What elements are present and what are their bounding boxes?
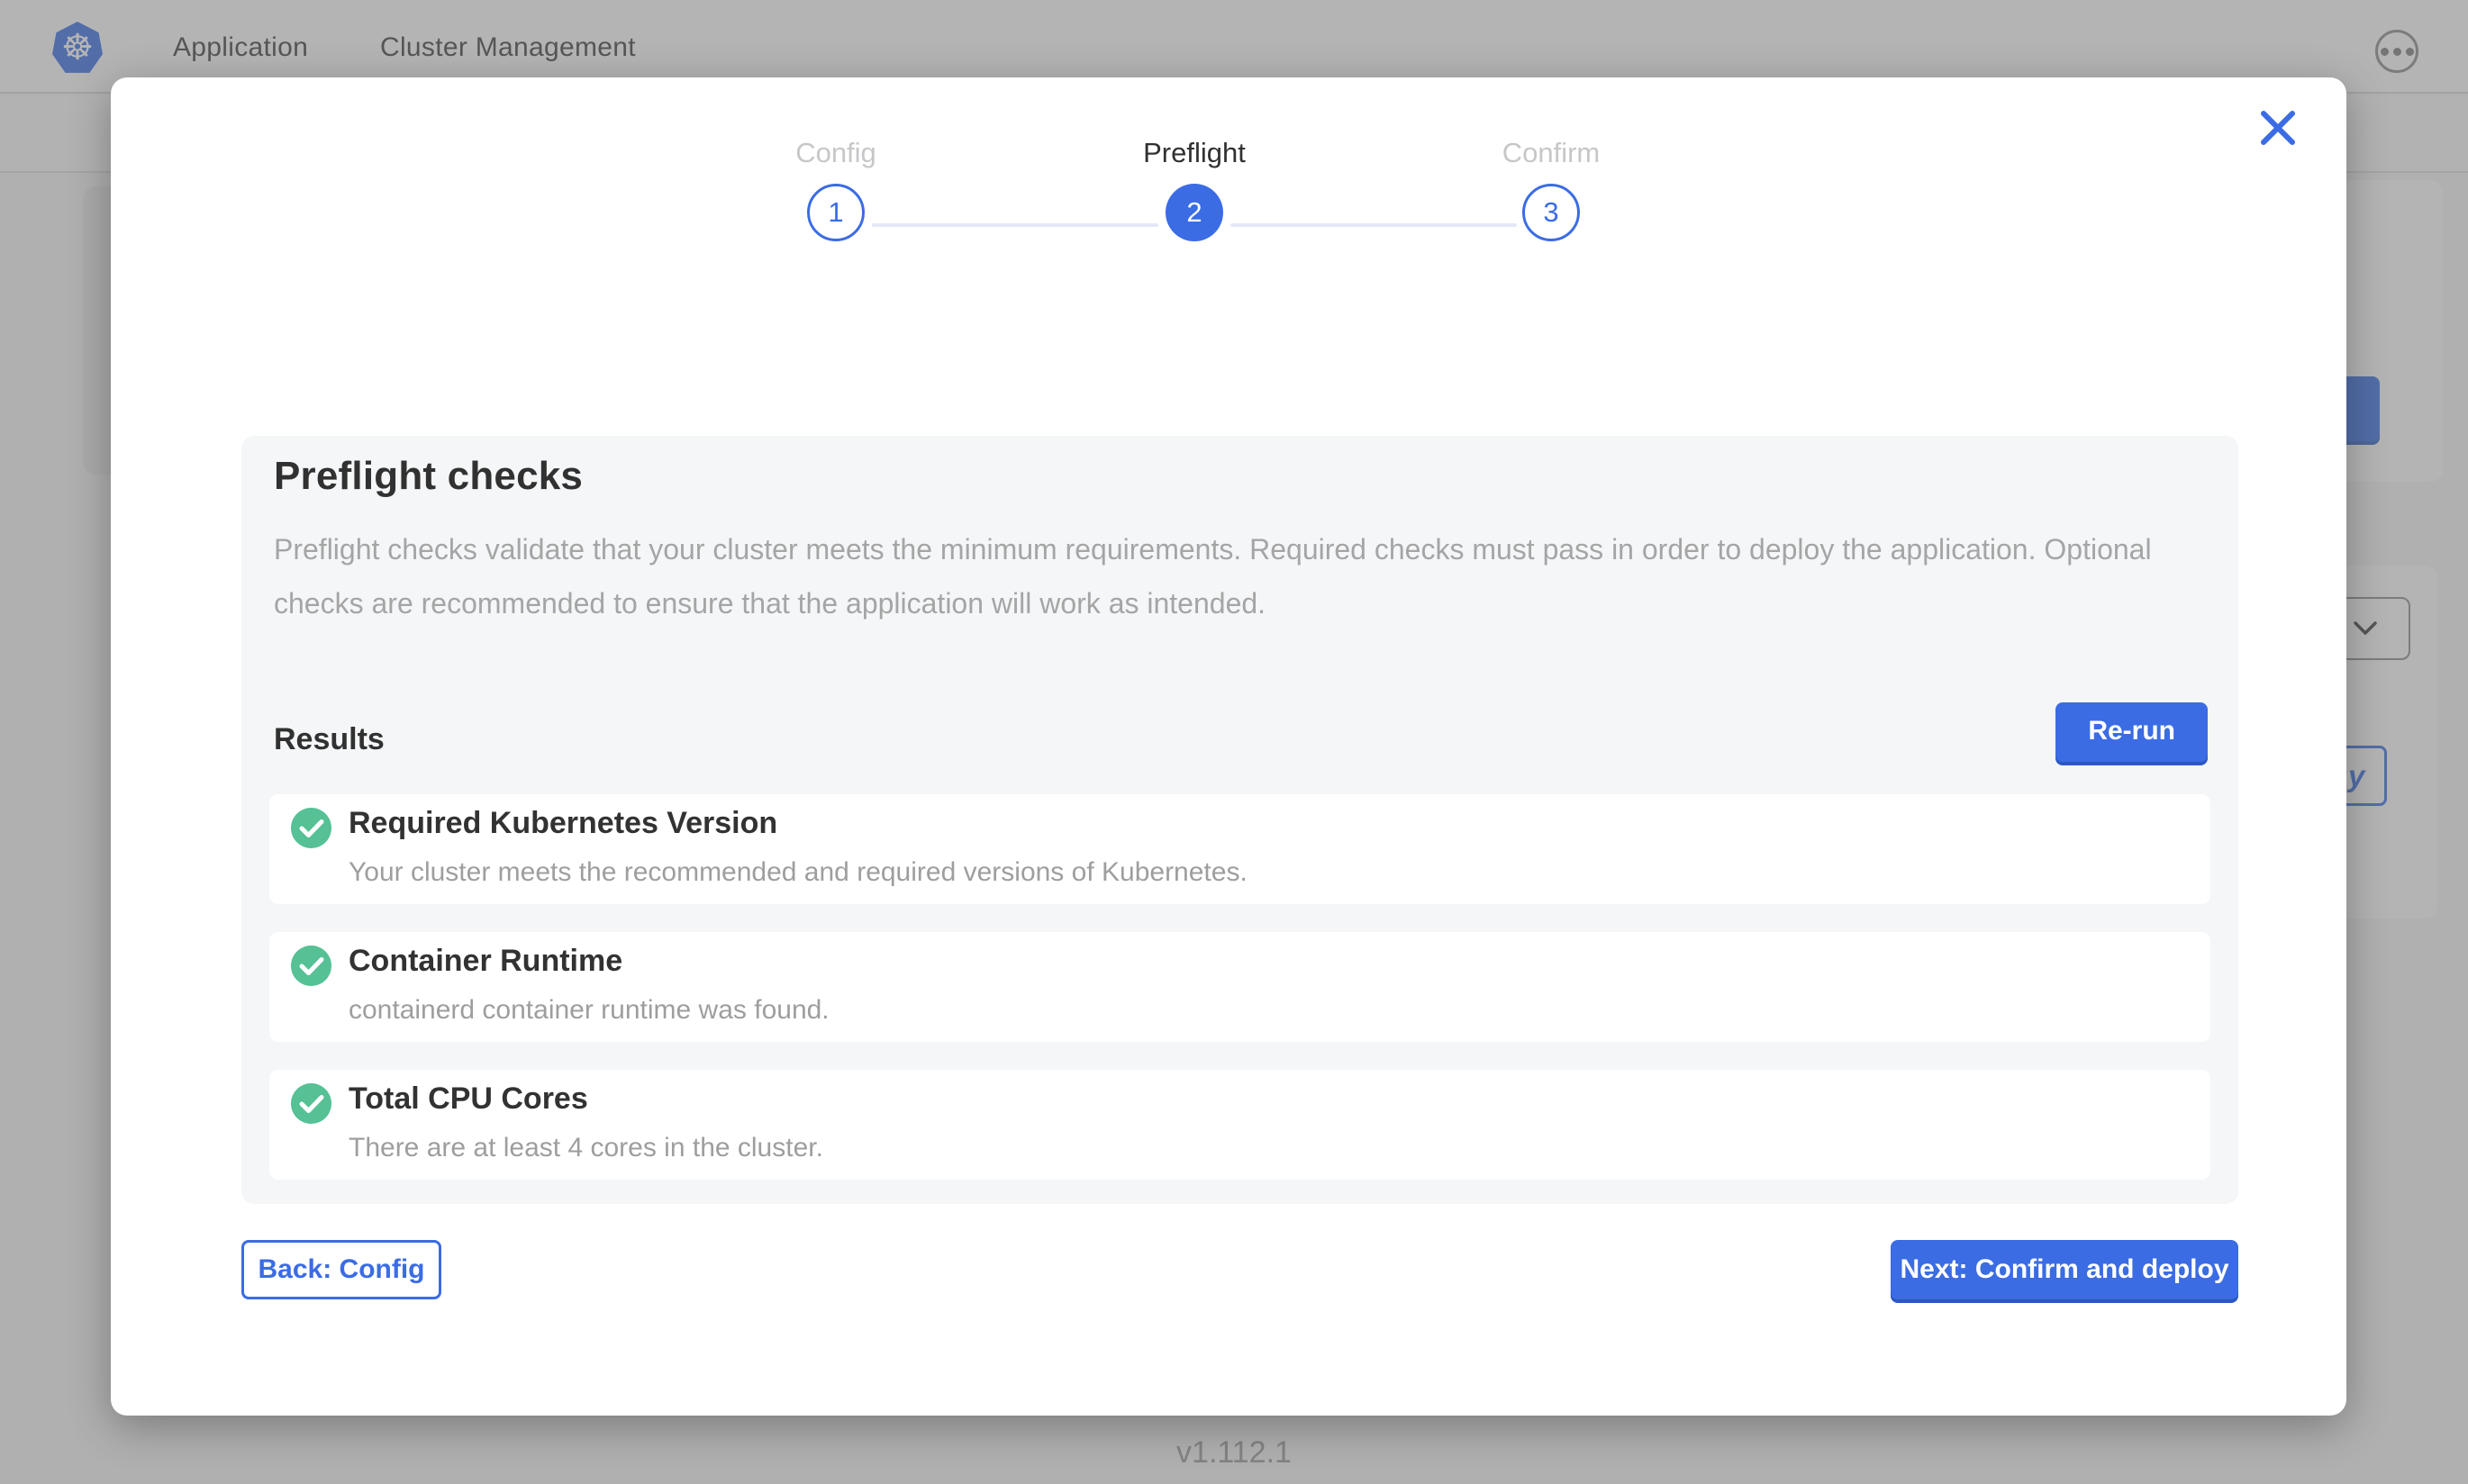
check-result-row: Required Kubernetes Version Your cluster… xyxy=(269,794,2210,904)
close-icon[interactable] xyxy=(2256,106,2300,149)
step-label: Preflight xyxy=(1086,137,1302,176)
check-message: containerd container runtime was found. xyxy=(349,995,830,1026)
step-label: Config xyxy=(728,137,944,176)
step-label: Confirm xyxy=(1443,137,1659,176)
panel-description: Preflight checks validate that your clus… xyxy=(274,522,2183,630)
check-result-row: Total CPU Cores There are at least 4 cor… xyxy=(269,1070,2210,1180)
step-number[interactable]: 2 xyxy=(1166,184,1223,241)
check-pass-icon xyxy=(291,1083,331,1124)
check-message: There are at least 4 cores in the cluste… xyxy=(349,1133,823,1163)
check-pass-icon xyxy=(291,946,331,986)
step-number[interactable]: 3 xyxy=(1522,184,1580,241)
check-title: Total CPU Cores xyxy=(349,1081,588,1117)
stepper-step-preflight[interactable]: Preflight 2 xyxy=(1086,137,1302,241)
results-heading: Results xyxy=(274,722,385,757)
back-config-button[interactable]: Back: Config xyxy=(241,1240,441,1299)
check-result-row: Container Runtime containerd container r… xyxy=(269,932,2210,1042)
check-title: Container Runtime xyxy=(349,944,622,979)
preflight-modal: Config 1 Preflight 2 Confirm 3 Preflight… xyxy=(111,77,2346,1416)
check-message: Your cluster meets the recommended and r… xyxy=(349,857,1248,888)
preflight-panel: Preflight checks Preflight checks valida… xyxy=(241,436,2238,1204)
stepper-step-confirm[interactable]: Confirm 3 xyxy=(1443,137,1659,241)
step-number[interactable]: 1 xyxy=(807,184,865,241)
check-title: Required Kubernetes Version xyxy=(349,806,777,841)
rerun-button[interactable]: Re-run xyxy=(2055,702,2208,762)
check-pass-icon xyxy=(291,808,331,848)
stepper-step-config[interactable]: Config 1 xyxy=(728,137,944,241)
next-confirm-deploy-button[interactable]: Next: Confirm and deploy xyxy=(1891,1240,2238,1299)
panel-title: Preflight checks xyxy=(274,454,583,499)
